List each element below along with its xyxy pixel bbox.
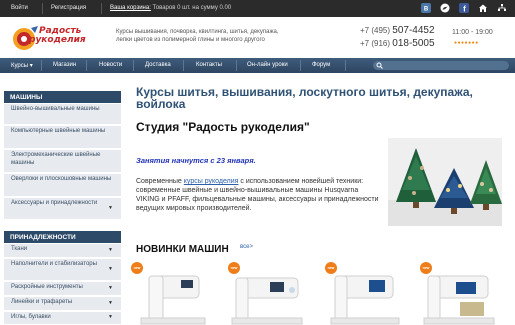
sidebar-item-embroidery-machines[interactable]: Швейно-вышивальные машины [4,104,121,125]
nav-item-shop[interactable]: Магазин [53,62,76,68]
divider [86,60,87,71]
sidebar-item-cutting-tools[interactable]: Раскройные инструменты ▼ [4,282,121,296]
sidebar-heading-supplies: ПРИНАДЛЕЖНОСТИ [4,231,121,243]
divider [133,60,134,71]
login-link[interactable]: Войти [11,5,28,11]
see-all-link[interactable]: все> [240,244,253,250]
product-card[interactable]: new [420,262,497,325]
top-bar: Войти Регистрация Ваша корзина: Товаров … [0,0,515,17]
search-input[interactable] [373,61,509,70]
sidebar-item-fabrics[interactable]: Ткани ▼ [4,244,121,258]
cart-link[interactable]: Ваша корзина: [110,5,151,11]
register-link[interactable]: Регистрация [51,5,86,11]
courses-link[interactable]: курсы рукоделия [184,178,239,185]
new-machines-heading: НОВИНКИ МАШИН [136,244,229,255]
site-logo[interactable]: Радость рукоделия [11,23,111,55]
social-icons: B f [421,3,507,13]
divider [236,60,237,71]
vk-icon[interactable]: B [421,3,431,13]
nav-item-news[interactable]: Новости [99,62,122,68]
svg-text:B: B [424,7,429,13]
chevron-down-icon[interactable]: ▼ [108,285,113,293]
svg-text:f: f [463,5,466,14]
classes-announcement: Занятия начнутся с 23 января. [136,156,256,165]
nav-item-online-lessons[interactable]: Он-лайн уроки [247,62,288,68]
divider [183,60,184,71]
sidebar-item-needles[interactable]: Иглы, булавки ▼ [4,312,121,325]
product-card[interactable]: new [228,262,305,325]
sewing-machine-image [423,275,495,325]
chevron-down-icon[interactable]: ▼ [108,247,113,255]
sidebar-heading-machines: МАШИНЫ [4,91,121,103]
studio-heading: Студия "Радость рукоделия" [136,120,310,134]
product-card[interactable]: new [131,262,208,325]
decorative-dots: ●●●●●●● [454,40,479,46]
sidebar-item-electromechanical-machines[interactable]: Электромеханические швейные машины [4,150,121,173]
nav-item-courses[interactable]: Курсы ▾ [11,62,33,69]
new-badge: new [420,262,432,274]
logo-text: Радость рукоделия [29,26,86,45]
sidebar-item-overlocks[interactable]: Оверлоки и плоскошовные машины [4,174,121,197]
nav-item-forum[interactable]: Форум [312,62,330,68]
site-tagline: Курсы вышивания, почворка, квилтинга, ши… [116,29,279,43]
chevron-down-icon[interactable]: ▼ [108,266,113,274]
contact-phones: +7 (495) 507-4452 +7 (916) 018-5005 [360,24,440,50]
nav-item-delivery[interactable]: Доставка [145,62,171,68]
divider [345,60,346,71]
divider [101,3,102,14]
sidebar-item-accessories[interactable]: Аксессуары и принадлежности ▼ [4,198,121,220]
sewing-machine-image [231,277,303,325]
phone-1[interactable]: +7 (495) 507-4452 [360,24,440,37]
cart-status: Товаров 0 шт. на сумму 0.00 [152,5,232,11]
sidebar-item-computer-machines[interactable]: Компьютерные швейные машины [4,126,121,149]
page-title: Курсы шитья, вышивания, лоскутного шитья… [136,85,473,111]
sewing-machine-image [330,275,400,325]
cart-summary: Ваша корзина: Товаров 0 шт. на сумму 0.0… [110,5,231,11]
main-nav: Курсы ▾ Магазин Новости Доставка Контакт… [0,58,515,73]
home-icon[interactable] [478,3,488,13]
product-card[interactable]: new [325,262,402,325]
studio-description: Современные курсы рукоделия с использова… [136,178,379,212]
divider [42,3,43,14]
sitemap-icon[interactable] [497,3,507,13]
chevron-down-icon[interactable]: ▼ [108,300,113,308]
chevron-down-icon[interactable]: ▼ [108,314,113,322]
divider [41,60,42,71]
phone-2[interactable]: +7 (916) 018-5005 [360,37,440,50]
nav-item-contacts[interactable]: Контакты [196,62,222,68]
twitter-icon[interactable] [440,3,450,13]
divider [300,60,301,71]
new-badge: new [228,262,240,274]
search-icon[interactable] [376,61,383,71]
chevron-down-icon[interactable]: ▼ [108,205,113,213]
new-badge: new [131,262,143,274]
sewing-machine-image [140,275,206,325]
opening-hours: 11:00 - 19:00 [452,29,493,36]
new-badge: new [325,262,337,274]
fabric-trees-photo [388,138,502,226]
facebook-icon[interactable]: f [459,3,469,13]
sidebar-item-stabilizers[interactable]: Наполнители и стабилизаторы ▼ [4,259,121,281]
sidebar-item-rulers[interactable]: Линейки и трафареты ▼ [4,297,121,311]
